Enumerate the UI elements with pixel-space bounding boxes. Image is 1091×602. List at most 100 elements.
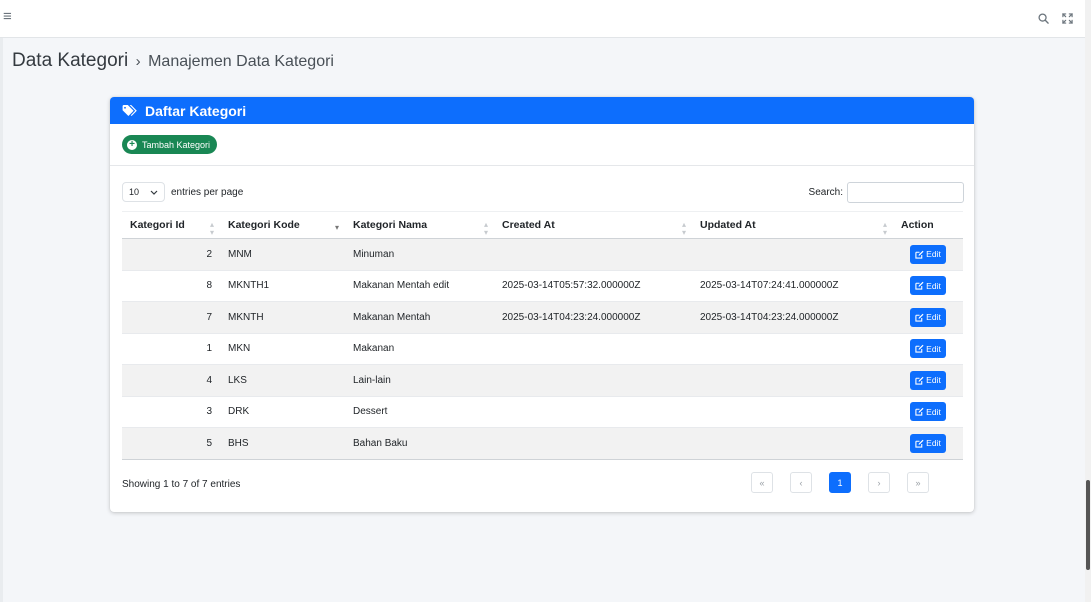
plus-circle-icon: + (127, 139, 137, 150)
chevron-down-icon (150, 190, 158, 195)
column-label: Kategori Kode (228, 219, 300, 231)
scrollbar-thumb[interactable] (1086, 480, 1090, 570)
column-label: Updated At (700, 219, 756, 231)
cell-action: Edit (893, 270, 963, 302)
edit-icon (915, 281, 924, 290)
edit-button[interactable]: Edit (910, 276, 946, 296)
column-header-updated[interactable]: Updated At ▴ ▾ (692, 211, 893, 239)
prev-page-button[interactable]: ‹ (790, 472, 812, 493)
cell-kategori-kode: LKS (220, 364, 345, 397)
cell-kategori-kode: BHS (220, 427, 345, 460)
search-icon[interactable] (1038, 11, 1049, 29)
card-title: Daftar Kategori (145, 102, 247, 119)
edit-icon (915, 344, 924, 353)
edit-label: Edit (926, 375, 941, 386)
entries-per-page-value: 10 (129, 187, 140, 197)
breadcrumb-separator: › (135, 53, 141, 70)
edit-button[interactable]: Edit (910, 370, 946, 390)
top-navbar: ≡ (0, 0, 1085, 38)
sort-desc-icon: ▾ (334, 223, 339, 232)
cell-updated-at (692, 333, 893, 365)
cell-kategori-nama: Lain-lain (345, 364, 494, 397)
pagination: « ‹ 1 › » (751, 472, 929, 493)
expand-icon[interactable] (1062, 11, 1073, 29)
cell-created-at (494, 364, 692, 397)
cell-created-at (494, 427, 692, 460)
table-row: 1 MKN Makanan Edit (122, 333, 963, 365)
last-page-button[interactable]: » (907, 472, 929, 493)
cell-kategori-nama: Makanan Mentah edit (345, 270, 494, 302)
add-category-button[interactable]: + Tambah Kategori (122, 135, 218, 154)
edit-button[interactable]: Edit (910, 402, 946, 422)
edit-button[interactable]: Edit (910, 339, 946, 359)
add-category-label: Tambah Kategori (142, 139, 211, 150)
tags-icon (122, 104, 139, 117)
cell-action: Edit (893, 427, 963, 460)
first-page-button[interactable]: « (751, 472, 773, 493)
edit-label: Edit (926, 343, 941, 354)
cell-kategori-id: 5 (122, 427, 220, 460)
cell-kategori-id: 1 (122, 333, 220, 365)
next-page-button[interactable]: › (868, 472, 890, 493)
sort-icon: ▴ ▾ (483, 220, 488, 237)
cell-kategori-nama: Dessert (345, 396, 494, 428)
cell-action: Edit (893, 364, 963, 397)
cell-kategori-kode: MNM (220, 238, 345, 271)
column-label: Created At (502, 219, 555, 231)
column-header-action: Action (893, 211, 963, 239)
table-search-input[interactable] (847, 182, 964, 203)
column-header-id[interactable]: Kategori Id ▴ ▾ (122, 211, 220, 239)
cell-kategori-kode: DRK (220, 396, 345, 428)
entries-per-page-label: entries per page (171, 186, 244, 198)
sort-icon: ▴ ▾ (209, 220, 214, 237)
edit-label: Edit (926, 280, 941, 291)
sort-icon: ▴ ▾ (882, 220, 887, 237)
cell-kategori-id: 4 (122, 364, 220, 397)
edit-button[interactable]: Edit (910, 307, 946, 327)
column-header-created[interactable]: Created At ▴ ▾ (494, 211, 692, 239)
page-1-button[interactable]: 1 (829, 472, 851, 493)
hamburger-icon[interactable]: ≡ (3, 9, 12, 24)
category-table: Kategori Id ▴ ▾ Kategori Kode ▾ Kategori Na… (122, 211, 963, 460)
edit-icon (915, 407, 924, 416)
column-header-nama[interactable]: Kategori Nama ▴ ▾ (345, 211, 494, 239)
column-label: Kategori Id (130, 219, 185, 231)
card-header: Daftar Kategori (110, 97, 974, 124)
scrollbar[interactable] (1085, 0, 1091, 602)
cell-action: Edit (893, 396, 963, 428)
cell-action: Edit (893, 301, 963, 334)
table-row: 8 MKNTH1 Makanan Mentah edit 2025-03-14T05:… (122, 270, 963, 302)
cell-updated-at (692, 238, 893, 271)
cell-kategori-nama: Bahan Baku (345, 427, 494, 460)
table-row: 5 BHS Bahan Baku Edit (122, 427, 963, 460)
table-row: 4 LKS Lain-lain Edit (122, 364, 963, 397)
cell-kategori-nama: Makanan (345, 333, 494, 365)
column-label: Action (901, 219, 934, 231)
edit-icon (915, 313, 924, 322)
cell-kategori-kode: MKNTH1 (220, 270, 345, 302)
left-edge (0, 38, 3, 602)
edit-button[interactable]: Edit (910, 433, 946, 453)
page-header: Data Kategori › Manajemen Data Kategori (12, 50, 334, 72)
entries-per-page-select[interactable]: 10 (122, 182, 165, 202)
table-row: 2 MNM Minuman Edit (122, 238, 963, 271)
column-header-kode[interactable]: Kategori Kode ▾ (220, 211, 345, 239)
table-header-row: Kategori Id ▴ ▾ Kategori Kode ▾ Kategori Na… (122, 211, 963, 239)
cell-action: Edit (893, 333, 963, 365)
cell-updated-at (692, 427, 893, 460)
edit-icon (915, 376, 924, 385)
cell-kategori-id: 2 (122, 238, 220, 271)
cell-kategori-nama: Makanan Mentah (345, 301, 494, 334)
table-info: Showing 1 to 7 of 7 entries (122, 479, 241, 490)
edit-button[interactable]: Edit (910, 244, 946, 264)
edit-label: Edit (926, 438, 941, 449)
cell-kategori-id: 3 (122, 396, 220, 428)
cell-created-at: 2025-03-14T05:57:32.000000Z (494, 270, 692, 302)
cell-kategori-id: 7 (122, 301, 220, 334)
category-card: Daftar Kategori + Tambah Kategori 10 ent… (110, 97, 974, 512)
page-title: Data Kategori (12, 50, 129, 71)
table-search: Search: (809, 182, 964, 203)
search-label: Search: (808, 187, 843, 198)
edit-label: Edit (926, 249, 941, 260)
cell-updated-at: 2025-03-14T04:23:24.000000Z (692, 301, 893, 334)
